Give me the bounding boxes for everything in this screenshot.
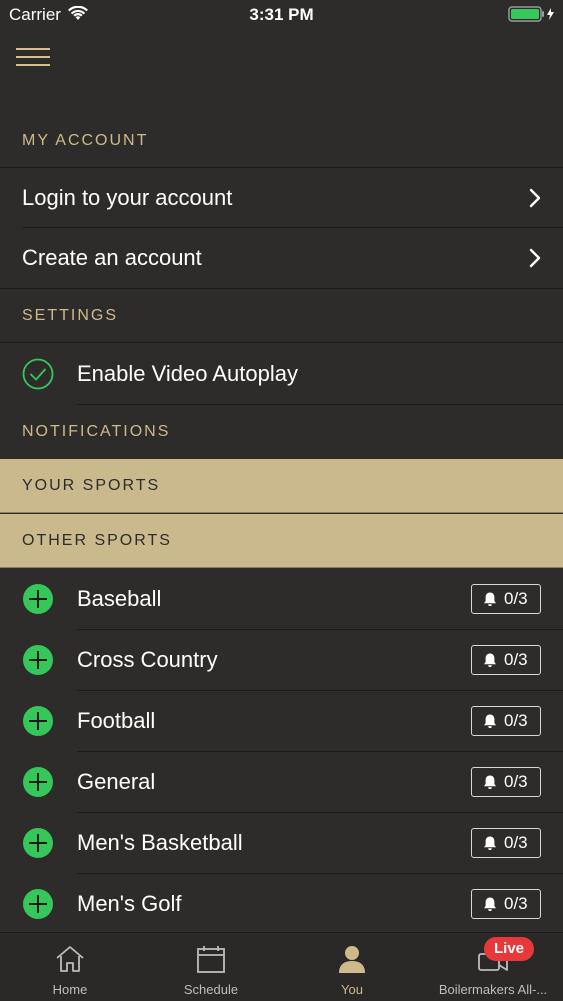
- notification-count-button[interactable]: 0/3: [471, 828, 541, 858]
- check-circle-icon[interactable]: [22, 358, 54, 390]
- plus-circle-icon[interactable]: [22, 644, 54, 676]
- notification-count: 0/3: [504, 589, 528, 608]
- sport-row[interactable]: Men's Golf 0/3: [0, 874, 563, 934]
- notification-count: 0/3: [504, 894, 528, 913]
- bell-icon: [484, 653, 496, 667]
- person-icon: [339, 946, 365, 973]
- sport-name: General: [77, 769, 156, 794]
- notification-count: 0/3: [504, 650, 528, 669]
- notification-count-button[interactable]: 0/3: [471, 706, 541, 736]
- status-bar: Carrier 3:31 PM: [0, 0, 563, 30]
- other-sports-header[interactable]: OTHER SPORTS: [0, 514, 563, 568]
- sport-row[interactable]: Men's Basketball 0/3: [0, 813, 563, 873]
- plus-circle-icon[interactable]: [22, 827, 54, 859]
- tab-you[interactable]: You: [282, 933, 422, 1001]
- plus-circle-icon[interactable]: [22, 705, 54, 737]
- my-account-header: MY ACCOUNT: [22, 132, 149, 149]
- notification-count: 0/3: [504, 711, 528, 730]
- bell-icon: [484, 775, 496, 789]
- settings-header: SETTINGS: [22, 307, 119, 324]
- sport-name: Football: [77, 708, 156, 733]
- battery-icon: [508, 6, 554, 22]
- calendar-icon: [197, 946, 225, 973]
- bell-icon: [484, 592, 496, 606]
- autoplay-label: Enable Video Autoplay: [77, 361, 298, 386]
- divider: [77, 404, 563, 405]
- plus-circle-icon[interactable]: [22, 583, 54, 615]
- bell-icon: [484, 836, 496, 850]
- enable-video-autoplay-row[interactable]: Enable Video Autoplay: [0, 344, 563, 404]
- tab-home-label: Home: [52, 982, 88, 997]
- chevron-right-icon: [529, 248, 541, 268]
- notification-count-button[interactable]: 0/3: [471, 767, 541, 797]
- bell-icon: [484, 897, 496, 911]
- sport-name: Baseball: [77, 586, 162, 611]
- tab-bar: Home Schedule You Boilermakers All-...: [0, 932, 563, 1001]
- sport-row[interactable]: General 0/3: [0, 752, 563, 812]
- notification-count-button[interactable]: 0/3: [471, 889, 541, 919]
- tab-you-label: You: [341, 982, 363, 997]
- sport-name: Men's Golf: [77, 891, 182, 916]
- bell-icon: [484, 714, 496, 728]
- sport-row[interactable]: Cross Country 0/3: [0, 630, 563, 690]
- login-row[interactable]: Login to your account: [0, 168, 563, 228]
- plus-circle-icon[interactable]: [22, 888, 54, 920]
- your-sports-header[interactable]: YOUR SPORTS: [0, 459, 563, 513]
- create-account-label: Create an account: [22, 245, 202, 270]
- hamburger-menu-icon[interactable]: [16, 46, 50, 70]
- notifications-header: NOTIFICATIONS: [22, 423, 171, 440]
- sport-name: Men's Basketball: [77, 830, 243, 855]
- notification-count-button[interactable]: 0/3: [471, 645, 541, 675]
- status-time: 3:31 PM: [249, 5, 314, 24]
- divider: [0, 288, 563, 289]
- tab-home[interactable]: Home: [0, 933, 140, 1001]
- login-label: Login to your account: [22, 185, 233, 210]
- notification-count-button[interactable]: 0/3: [471, 584, 541, 614]
- divider: [0, 342, 563, 343]
- create-account-row[interactable]: Create an account: [0, 228, 563, 288]
- tab-schedule-label: Schedule: [183, 982, 239, 997]
- plus-circle-icon[interactable]: [22, 766, 54, 798]
- notification-count: 0/3: [504, 772, 528, 791]
- sport-row[interactable]: Football 0/3: [0, 691, 563, 751]
- chevron-right-icon: [529, 188, 541, 208]
- home-icon: [56, 946, 84, 972]
- live-badge: Live: [484, 937, 534, 961]
- tab-schedule[interactable]: Schedule: [141, 933, 281, 1001]
- tab-boilermakers-label: Boilermakers All-...: [438, 982, 548, 997]
- notification-count: 0/3: [504, 833, 528, 852]
- sport-name: Cross Country: [77, 647, 218, 672]
- sport-row[interactable]: Baseball 0/3: [0, 569, 563, 629]
